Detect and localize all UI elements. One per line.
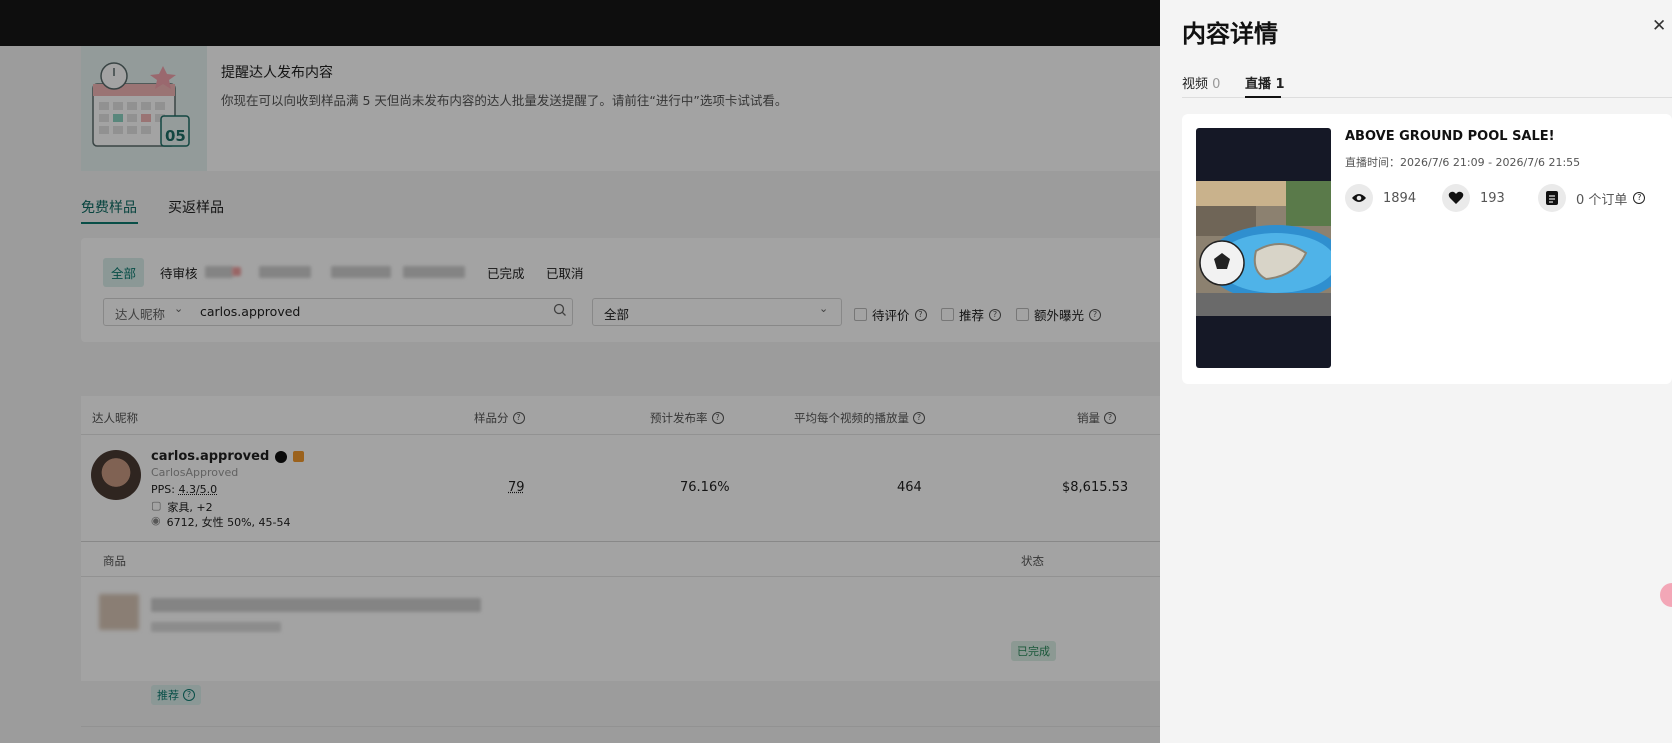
pool-photo	[1196, 181, 1331, 316]
live-title: ABOVE GROUND POOL SALE!	[1345, 129, 1555, 144]
close-icon[interactable]: ✕	[1652, 16, 1666, 36]
live-thumbnail[interactable]	[1196, 128, 1331, 368]
live-card[interactable]: ABOVE GROUND POOL SALE! 直播时间：2026/7/6 21…	[1182, 114, 1672, 384]
content-detail-drawer: 内容详情 ✕ 视频 0 直播 1 ABOVE GROUND POOL SALE!…	[1160, 0, 1672, 743]
likes-count: 193	[1480, 190, 1505, 206]
orders-count: 0 个订单	[1576, 192, 1628, 208]
help-icon[interactable]: ?	[1633, 192, 1646, 204]
tab-live[interactable]: 直播 1	[1245, 73, 1285, 92]
tab-videos[interactable]: 视频 0	[1182, 73, 1220, 92]
modal-overlay[interactable]	[0, 0, 1160, 743]
active-tab-indicator	[1245, 96, 1281, 98]
heart-icon	[1442, 184, 1470, 212]
live-time: 直播时间：2026/7/6 21:09 - 2026/7/6 21:55	[1345, 156, 1581, 169]
likes-stat: 193	[1442, 184, 1505, 212]
orders-stat: 0 个订单 ?	[1538, 184, 1646, 212]
drawer-title: 内容详情	[1182, 20, 1278, 48]
eye-icon	[1345, 184, 1373, 212]
views-count: 1894	[1383, 190, 1417, 206]
views-stat: 1894	[1345, 184, 1416, 212]
order-icon	[1538, 184, 1566, 212]
